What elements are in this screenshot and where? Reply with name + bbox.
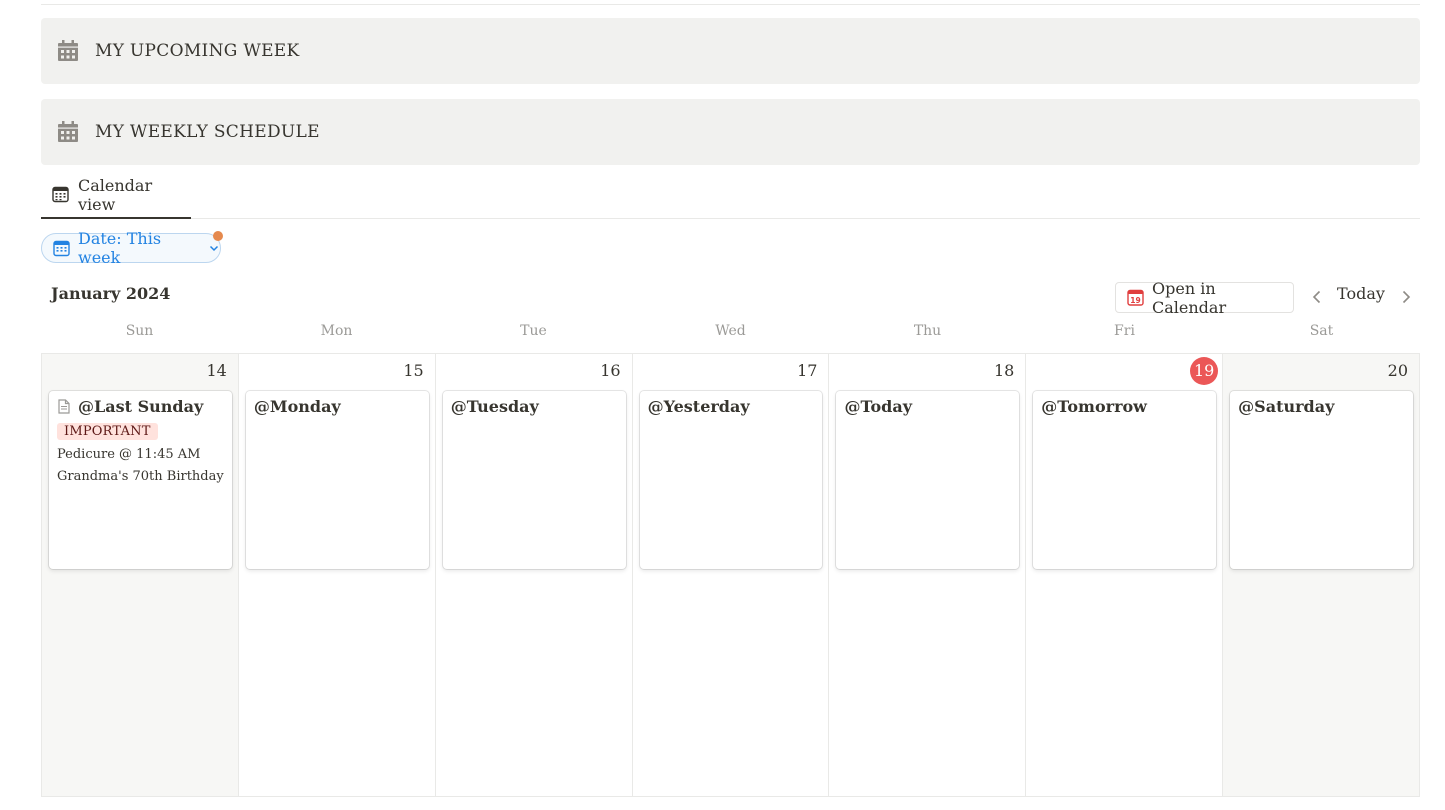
card-title: @Monday: [253, 397, 341, 416]
card-title: @Yesterday: [647, 397, 750, 416]
card-property: Grandma's 70th Birthday D: [57, 469, 224, 484]
tab-calendar-view[interactable]: Calendar view: [41, 172, 191, 219]
event-card[interactable]: @Yesterday: [639, 391, 823, 569]
open-in-calendar-label: Open in Calendar: [1152, 278, 1227, 317]
event-card[interactable]: @Today: [836, 391, 1020, 569]
weekday-label: Wed: [715, 323, 746, 339]
chevron-down-icon: [208, 242, 220, 254]
open-in-calendar-button[interactable]: 19 Open in Calendar: [1115, 279, 1294, 317]
card-title: @Saturday: [1238, 397, 1335, 416]
card-title: @Tomorrow: [1041, 397, 1147, 416]
card-property: Pedicure @ 11:45 AM: [57, 447, 201, 462]
card-title: @Last Sunday: [78, 397, 204, 416]
day-cell-sat[interactable]: 20 @Saturday: [1223, 354, 1421, 797]
day-number: 15: [403, 361, 424, 380]
page-icon: [57, 399, 71, 414]
event-card[interactable]: @Tuesday: [442, 391, 626, 569]
upcoming-week-block[interactable]: MY UPCOMING WEEK: [41, 18, 1420, 84]
calendar-icon: [53, 240, 70, 257]
calendar-grid: 14 @Last Sunday IMPORTANT Pedicure @ 11:…: [41, 353, 1421, 797]
day-number: 16: [600, 361, 621, 380]
card-title: @Tuesday: [450, 397, 539, 416]
calendar-icon: [57, 40, 79, 62]
status-badge: IMPORTANT: [57, 423, 158, 440]
calendar-view-icon: [52, 186, 69, 203]
svg-text:19: 19: [1130, 296, 1140, 305]
event-card[interactable]: @Monday: [245, 391, 429, 569]
block-title: MY UPCOMING WEEK: [95, 41, 300, 61]
event-card[interactable]: @Saturday: [1230, 391, 1414, 569]
day-cell-mon[interactable]: 15 @Monday: [238, 354, 436, 797]
day-cell-fri[interactable]: 19 @Tomorrow: [1026, 354, 1224, 797]
block-title: MY WEEKLY SCHEDULE: [95, 122, 320, 142]
divider: [41, 4, 1420, 5]
day-cell-wed[interactable]: 17 @Yesterday: [632, 354, 830, 797]
chevron-right-icon[interactable]: [1397, 288, 1415, 306]
calendar-app-icon: 19: [1127, 289, 1144, 306]
day-number: 14: [206, 361, 227, 380]
today-date-badge: 19: [1190, 357, 1219, 385]
weekday-header: Sun Mon Tue Wed Thu Fri Sat: [41, 323, 1420, 347]
day-cell-sun[interactable]: 14 @Last Sunday IMPORTANT Pedicure @ 11:…: [42, 354, 239, 797]
view-tab-bar: Calendar view: [41, 172, 1420, 219]
calendar-icon: [57, 121, 79, 143]
notion-page: MY UPCOMING WEEK MY WEEKLY SCHEDULE Cale…: [0, 0, 1445, 810]
day-cell-thu[interactable]: 18 @Today: [829, 354, 1027, 797]
weekday-label: Sat: [1309, 323, 1334, 339]
date-filter-chip[interactable]: Date: This week: [41, 229, 223, 267]
filter-active-dot: [213, 231, 223, 241]
tab-label: Calendar view: [78, 175, 153, 214]
filter-label: Date: This week: [78, 229, 162, 267]
day-number: 17: [797, 361, 818, 380]
weekday-label: Tue: [520, 323, 547, 339]
weekly-schedule-block[interactable]: MY WEEKLY SCHEDULE: [41, 99, 1420, 165]
event-card[interactable]: @Tomorrow: [1033, 391, 1217, 569]
month-title: January 2024: [51, 284, 171, 303]
weekday-label: Fri: [1114, 323, 1135, 339]
weekday-label: Thu: [913, 323, 942, 339]
chevron-left-icon[interactable]: [1308, 288, 1326, 306]
event-card[interactable]: @Last Sunday IMPORTANT Pedicure @ 11:45 …: [49, 391, 232, 569]
weekday-label: Mon: [320, 323, 353, 339]
card-title: @Today: [844, 397, 913, 416]
day-number: 20: [1387, 361, 1409, 380]
day-cell-tue[interactable]: 16 @Tuesday: [435, 354, 633, 797]
weekday-label: Sun: [125, 323, 154, 339]
day-number: 18: [993, 361, 1015, 380]
today-button[interactable]: Today: [1330, 284, 1392, 303]
